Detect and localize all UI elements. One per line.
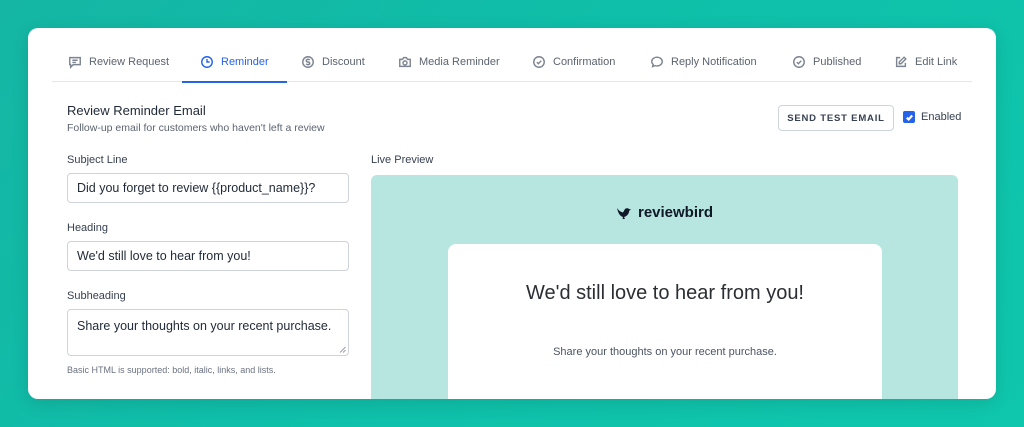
subject-value: Did you forget to review {{product_name}… (77, 181, 316, 195)
tab-edit-link[interactable]: Edit Link (894, 42, 957, 82)
tab-discount[interactable]: Discount (301, 42, 365, 82)
chat-icon (69, 56, 81, 69)
tab-reply-notification[interactable]: Reply Notification (650, 42, 757, 82)
tab-published[interactable]: Published (792, 42, 861, 82)
check-circle-icon (793, 56, 805, 68)
tab-label: Reminder (221, 56, 269, 68)
heading-input[interactable]: We'd still love to hear from you! (67, 241, 349, 271)
email-heading: We'd still love to hear from you! (525, 282, 804, 304)
subject-label: Subject Line (67, 154, 128, 166)
enabled-checkbox[interactable] (903, 111, 915, 123)
email-preview-card: We'd still love to hear from you! Share … (448, 244, 882, 399)
section-subtitle: Follow-up email for customers who haven'… (67, 122, 325, 134)
live-preview: reviewbird We'd still love to hear from … (371, 175, 958, 399)
preview-label: Live Preview (371, 154, 434, 166)
tab-label: Published (813, 56, 862, 68)
camera-icon (399, 56, 411, 68)
enabled-label: Enabled (921, 111, 962, 123)
email-type-tabs: Review Request Reminder Discount Media R… (52, 42, 972, 83)
chat-bubble-icon (651, 56, 663, 68)
tab-label: Media Reminder (419, 56, 500, 68)
tab-label: Reply Notification (671, 56, 757, 68)
heading-label: Heading (67, 222, 108, 234)
dollar-icon (302, 56, 314, 68)
tab-reminder[interactable]: Reminder (182, 42, 287, 83)
subject-input[interactable]: Did you forget to review {{product_name}… (67, 173, 349, 203)
section-title: Review Reminder Email (67, 103, 206, 118)
tab-label: Edit Link (915, 56, 958, 68)
settings-card: Review Request Reminder Discount Media R… (28, 28, 996, 399)
tab-label: Review Request (89, 56, 170, 68)
check-circle-icon (533, 56, 545, 68)
email-subheading: Share your thoughts on your recent purch… (553, 346, 777, 358)
tab-media-reminder[interactable]: Media Reminder (398, 42, 500, 82)
send-test-email-button[interactable]: SEND TEST EMAIL (778, 105, 894, 131)
clock-icon (201, 56, 213, 68)
subheading-textarea[interactable]: Share your thoughts on your recent purch… (67, 309, 349, 356)
enabled-toggle[interactable]: Enabled (903, 111, 961, 123)
bird-icon (616, 207, 631, 219)
brand-name: reviewbird (637, 204, 714, 221)
subheading-label: Subheading (67, 290, 126, 302)
heading-value: We'd still love to hear from you! (77, 249, 251, 263)
html-hint: Basic HTML is supported: bold, italic, l… (67, 365, 276, 375)
resize-handle-icon[interactable] (339, 346, 346, 353)
subheading-value: Share your thoughts on your recent purch… (77, 319, 332, 333)
check-icon (905, 114, 913, 121)
edit-icon (895, 56, 907, 68)
tab-label: Confirmation (553, 56, 616, 68)
tab-label: Discount (322, 56, 365, 68)
tab-review-request[interactable]: Review Request (68, 42, 169, 82)
tab-confirmation[interactable]: Confirmation (532, 42, 615, 82)
brand-logo: reviewbird (371, 204, 958, 221)
